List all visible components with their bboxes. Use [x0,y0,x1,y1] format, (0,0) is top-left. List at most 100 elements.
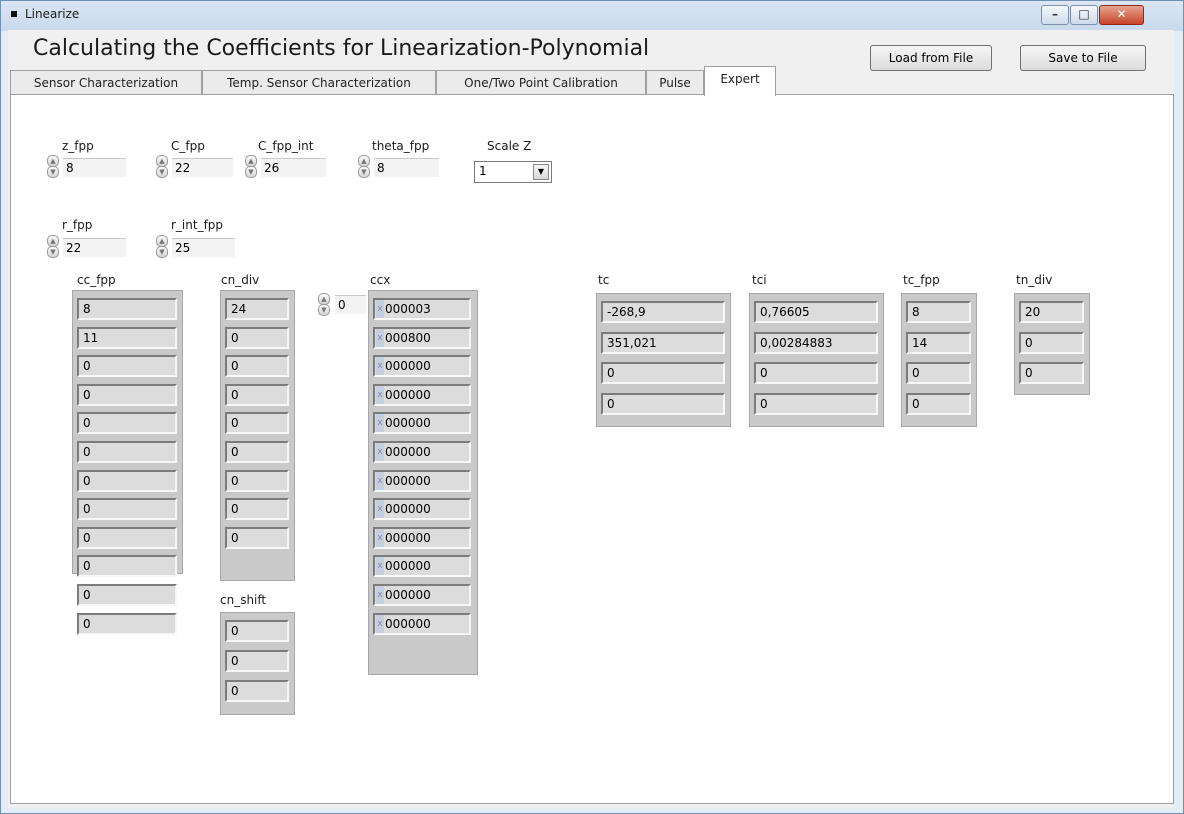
ccx-cell[interactable]: x 000000 [373,469,471,492]
tc-cell[interactable]: 0 [601,392,725,415]
cn-shift-cell[interactable]: 0 [225,650,289,672]
maximize-icon: □ [1078,7,1090,21]
decrement-icon[interactable]: ▼ [318,304,330,316]
cn-shift-cell[interactable]: 0 [225,680,289,702]
tci-cell[interactable]: 0 [754,392,878,415]
r-int-fpp-field[interactable]: 25 [172,238,235,257]
decrement-icon[interactable]: ▼ [47,246,59,258]
tab-pulse[interactable]: Pulse [646,70,704,95]
cc-fpp-cell[interactable]: 0 [77,383,177,406]
cn-shift-label: cn_shift [220,593,267,607]
decrement-icon[interactable]: ▼ [245,166,257,178]
cn-shift-cell[interactable]: 0 [225,620,289,642]
save-to-file-button[interactable]: Save to File [1020,45,1146,71]
tci-label: tci [752,273,767,287]
cc-fpp-cell[interactable]: 0 [77,555,177,578]
tc-cell[interactable]: 0 [601,362,725,384]
z-fpp-field[interactable]: 8 [63,158,126,177]
c-fpp-field[interactable]: 22 [172,158,233,177]
tab-temp-sensor-characterization[interactable]: Temp. Sensor Characterization [202,70,436,95]
c-fpp-int-spinner[interactable]: ▲ ▼ [245,155,257,178]
cell-value: 0 [83,473,91,488]
ccx-cell[interactable]: x 000800 [373,326,471,349]
chevron-down-icon[interactable]: ▼ [533,164,549,180]
tc-cell[interactable]: -268,9 [601,301,725,323]
ccx-cell[interactable]: x 000000 [373,612,471,635]
r-int-fpp-spinner[interactable]: ▲ ▼ [156,235,168,258]
cell-value: 000000 [385,559,431,574]
c-fpp-spinner[interactable]: ▲ ▼ [156,155,168,178]
decrement-icon[interactable]: ▼ [156,166,168,178]
load-from-file-button[interactable]: Load from File [870,45,992,71]
r-fpp-spinner[interactable]: ▲ ▼ [47,235,59,258]
cn-div-cell[interactable]: 0 [225,355,289,378]
scale-z-value: 1 [479,164,487,178]
cc-fpp-cell[interactable]: 0 [77,584,177,606]
ccx-index-field[interactable]: 0 [335,295,366,314]
tci-cell[interactable]: 0,00284883 [754,331,878,354]
tn-div-cell[interactable]: 20 [1019,301,1084,323]
cell-value: 0 [231,473,239,488]
cc-fpp-cell[interactable]: 0 [77,355,177,378]
cn-div-cell[interactable]: 0 [225,469,289,492]
ccx-cell[interactable]: x 000000 [373,441,471,463]
cn-div-cell[interactable]: 0 [225,498,289,521]
tab-one-two-point-calibration[interactable]: One/Two Point Calibration [436,70,646,95]
ccx-cell[interactable]: x 000000 [373,412,471,435]
maximize-button[interactable]: □ [1070,5,1098,25]
ccx-cell[interactable]: x 000000 [373,355,471,378]
cn-div-label: cn_div [221,273,260,287]
tc-cell[interactable]: 351,021 [601,331,725,354]
decrement-icon[interactable]: ▼ [47,166,59,178]
cc-fpp-cell[interactable]: 8 [77,298,177,320]
ccx-cell[interactable]: x 000000 [373,555,471,578]
tc-fpp-label: tc_fpp [903,273,940,287]
tab-sensor-characterization[interactable]: Sensor Characterization [10,70,202,95]
c-fpp-label: C_fpp [171,139,205,153]
page-title: Calculating the Coefficients for Lineari… [33,36,650,61]
r-fpp-field[interactable]: 22 [63,238,126,257]
tn-div-cell[interactable]: 0 [1019,331,1084,354]
ccx-cell[interactable]: x 000000 [373,383,471,406]
cc-fpp-cell[interactable]: 0 [77,412,177,435]
tc-fpp-cell[interactable]: 8 [906,301,971,323]
tc-fpp-cell[interactable]: 0 [906,362,971,384]
ccx-cell[interactable]: x 000000 [373,526,471,549]
cell-value: 0 [1025,335,1033,350]
ccx-cell[interactable]: x 000003 [373,298,471,320]
minimize-button[interactable]: – [1041,5,1069,25]
ccx-cell[interactable]: x 000000 [373,584,471,606]
tc-fpp-cell[interactable]: 0 [906,392,971,415]
cell-value: 0 [83,445,91,459]
tn-div-cell[interactable]: 0 [1019,362,1084,384]
cc-fpp-label: cc_fpp [77,273,116,287]
tab-expert[interactable]: Expert [704,66,776,96]
c-fpp-int-field[interactable]: 26 [261,158,326,177]
tci-cell[interactable]: 0 [754,362,878,384]
cn-div-cell[interactable]: 0 [225,441,289,463]
tc-fpp-cell[interactable]: 14 [906,331,971,354]
cell-value: 0 [83,416,91,431]
cc-fpp-cell[interactable]: 11 [77,326,177,349]
cn-div-cell[interactable]: 0 [225,412,289,435]
cc-fpp-cell[interactable]: 0 [77,612,177,635]
cc-fpp-cell[interactable]: 0 [77,526,177,549]
theta-fpp-spinner[interactable]: ▲ ▼ [358,155,370,178]
cn-div-cell[interactable]: 0 [225,326,289,349]
cn-div-cell[interactable]: 24 [225,298,289,320]
ccx-cell[interactable]: x 000000 [373,498,471,521]
cn-div-cell[interactable]: 0 [225,526,289,549]
cc-fpp-cell[interactable]: 0 [77,469,177,492]
tci-cell[interactable]: 0,76605 [754,301,878,323]
hex-prefix-icon: x [376,586,384,604]
decrement-icon[interactable]: ▼ [358,166,370,178]
cc-fpp-cell[interactable]: 0 [77,441,177,463]
ccx-index-spinner[interactable]: ▲ ▼ [318,293,330,316]
z-fpp-spinner[interactable]: ▲ ▼ [47,155,59,178]
cn-div-cell[interactable]: 0 [225,383,289,406]
close-button[interactable]: ✕ [1099,5,1144,25]
decrement-icon[interactable]: ▼ [156,246,168,258]
theta-fpp-field[interactable]: 8 [374,158,439,177]
cc-fpp-cell[interactable]: 0 [77,498,177,521]
scale-z-select[interactable]: 1 ▼ [474,161,552,183]
